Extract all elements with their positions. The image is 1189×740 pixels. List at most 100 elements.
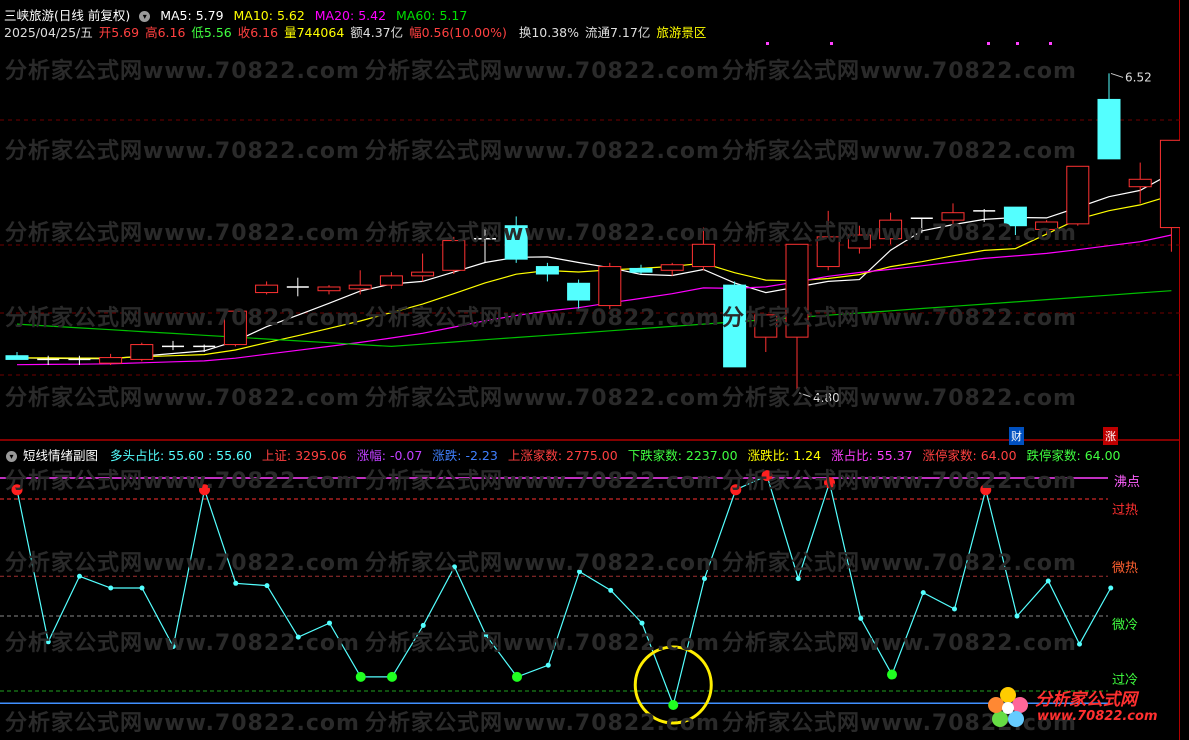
- close-label: 收6.16: [237, 25, 279, 40]
- ratio-label: 涨跌比: 1.24: [747, 448, 822, 463]
- candle-body: [99, 357, 123, 364]
- sentiment-point: [233, 580, 239, 586]
- watermark-text: 分析家公式网www.70822.com: [722, 386, 1077, 411]
- limit-down-label: 跌停家数: 64.00: [1026, 448, 1121, 463]
- sentiment-point: [1108, 585, 1114, 591]
- candle-body: [691, 243, 715, 268]
- zone-warm-label: 微热: [1112, 561, 1139, 576]
- candle-body: [255, 284, 279, 294]
- candle-body: [1128, 178, 1152, 188]
- watermark-text: 分析家公式网www.70822.com: [5, 139, 360, 164]
- watermark-text: 分析家公式网www.70822.com: [5, 221, 360, 246]
- watermark-text: 分析家公式网www.70822.com: [365, 59, 720, 84]
- watermark-text: 分析家公式网www.70822.com: [722, 306, 1077, 331]
- zone-overheat-label: 过热: [1112, 503, 1139, 518]
- watermark-text: 分析家公式网www.70822.com: [722, 221, 1077, 246]
- limit-tag[interactable]: 涨: [1103, 427, 1118, 445]
- indicator-title[interactable]: 短线情绪副图: [23, 448, 98, 463]
- watermark-text: 分析家公式网www.70822.com: [5, 469, 360, 494]
- candle-body: [5, 355, 29, 360]
- up-count-label: 上涨家数: 2775.00: [507, 448, 618, 463]
- watermark-text: 分析家公式网www.70822.com: [365, 631, 720, 656]
- watermark-text: 分析家公式网www.70822.com: [365, 221, 720, 246]
- high-price-label: 6.52: [1125, 70, 1152, 84]
- signal-marker: [830, 42, 833, 45]
- sentiment-line: [16, 474, 1112, 708]
- logo-url: www.70822.com: [1037, 709, 1158, 724]
- low-label: 低5.56: [191, 25, 232, 40]
- cold-dot: [355, 671, 366, 682]
- watermark-text: 分析家公式网www.70822.com: [5, 711, 360, 736]
- dropdown-icon[interactable]: ▾: [139, 11, 151, 22]
- ma5-label: MA5: 5.79: [160, 8, 224, 23]
- cold-dot: [512, 671, 522, 682]
- bull-ratio-label: 多头占比: 55.60 : 55.60: [110, 448, 252, 463]
- index-label: 上证: 3295.06: [261, 448, 347, 463]
- up-ratio-label: 涨占比: 55.37: [831, 448, 913, 463]
- watermark-text: 分析家公式网www.70822.com: [5, 306, 360, 331]
- candle-body: [660, 264, 684, 271]
- watermark-text: 分析家公式网www.70822.com: [722, 631, 1077, 656]
- amount-label: 额4.37亿: [350, 25, 404, 40]
- sentiment-point: [1045, 578, 1051, 584]
- signal-marker: [1049, 42, 1052, 45]
- date-label: 2025/04/25/五: [4, 25, 93, 40]
- volume-label: 量744064: [284, 25, 345, 40]
- candle-body: [411, 271, 435, 277]
- high-label: 高6.16: [145, 25, 186, 40]
- chg-pct-label: 涨幅: -0.07: [356, 448, 423, 463]
- watermark-text: 分析家公式网www.70822.com: [5, 59, 360, 84]
- candle-body: [1097, 98, 1121, 160]
- candle-body: [379, 275, 403, 286]
- ma10-label: MA10: 5.62: [233, 8, 305, 23]
- sentiment-point: [858, 615, 864, 621]
- main-header-line2: 2025/04/25/五 开5.69 高6.16 低5.56 收6.16 量74…: [4, 22, 712, 41]
- watermark-text: 分析家公式网www.70822.com: [365, 469, 720, 494]
- sub-header: ▾ 短线情绪副图 多头占比: 55.60 : 55.60 上证: 3295.06 …: [6, 445, 1127, 464]
- chg-label: 涨跌: -2.23: [432, 448, 498, 463]
- ma20-label: MA20: 5.42: [314, 8, 387, 23]
- sentiment-point: [139, 585, 145, 591]
- watermark-text: 分析家公式网www.70822.com: [365, 711, 720, 736]
- turnover-label: 换10.38%: [518, 25, 579, 40]
- cold-dot: [887, 669, 897, 680]
- sentiment-point: [264, 583, 270, 589]
- zone-boil-label: 沸点: [1114, 475, 1141, 490]
- flower-logo-icon: [988, 687, 1028, 727]
- candle-body: [1159, 139, 1180, 229]
- watermark-text: 分析家公式网www.70822.com: [5, 551, 360, 576]
- sentiment-point: [545, 662, 551, 668]
- watermark-text: 分析家公式网www.70822.com: [722, 139, 1077, 164]
- signal-marker: [766, 42, 769, 45]
- watermark-text: 分析家公式网www.70822.com: [5, 386, 360, 411]
- open-label: 开5.69: [98, 25, 140, 40]
- watermark-text: 分析家公式网www.70822.com: [722, 469, 1077, 494]
- high-marker-line: [1110, 72, 1124, 78]
- candle-body: [535, 266, 559, 275]
- candle-body: [130, 344, 154, 360]
- dropdown-icon[interactable]: ▾: [6, 451, 17, 462]
- candle-body: [348, 284, 372, 290]
- sentiment-point: [952, 606, 957, 612]
- down-count-label: 下跌家数: 2237.00: [627, 448, 738, 463]
- candle-body: [317, 286, 341, 292]
- watermark-text: 分析家公式网www.70822.com: [5, 631, 360, 656]
- watermark-text: 分析家公式网www.70822.com: [365, 139, 720, 164]
- sentiment-point: [108, 585, 114, 591]
- watermark-text: 分析家公式网www.70822.com: [365, 386, 720, 411]
- watermark-text: 分析家公式网www.70822.com: [722, 551, 1077, 576]
- signal-marker: [1016, 42, 1019, 45]
- finance-tag[interactable]: 财: [1009, 427, 1024, 445]
- sentiment-point: [608, 587, 614, 593]
- stock-name[interactable]: 三峡旅游(日线 前复权): [4, 8, 130, 23]
- signal-marker: [987, 42, 990, 45]
- sector-label[interactable]: 旅游景区: [656, 25, 706, 40]
- candle-body: [567, 282, 591, 301]
- site-logo: 分析家公式网 www.70822.com: [985, 683, 1175, 735]
- sentiment-point: [1014, 613, 1020, 619]
- sentiment-point: [1077, 641, 1082, 647]
- watermark-text: 分析家公式网www.70822.com: [365, 306, 720, 331]
- ma60-label: MA60: 5.17: [396, 8, 468, 23]
- logo-name: 分析家公式网: [1035, 690, 1137, 710]
- zone-cool-label: 微冷: [1112, 618, 1139, 633]
